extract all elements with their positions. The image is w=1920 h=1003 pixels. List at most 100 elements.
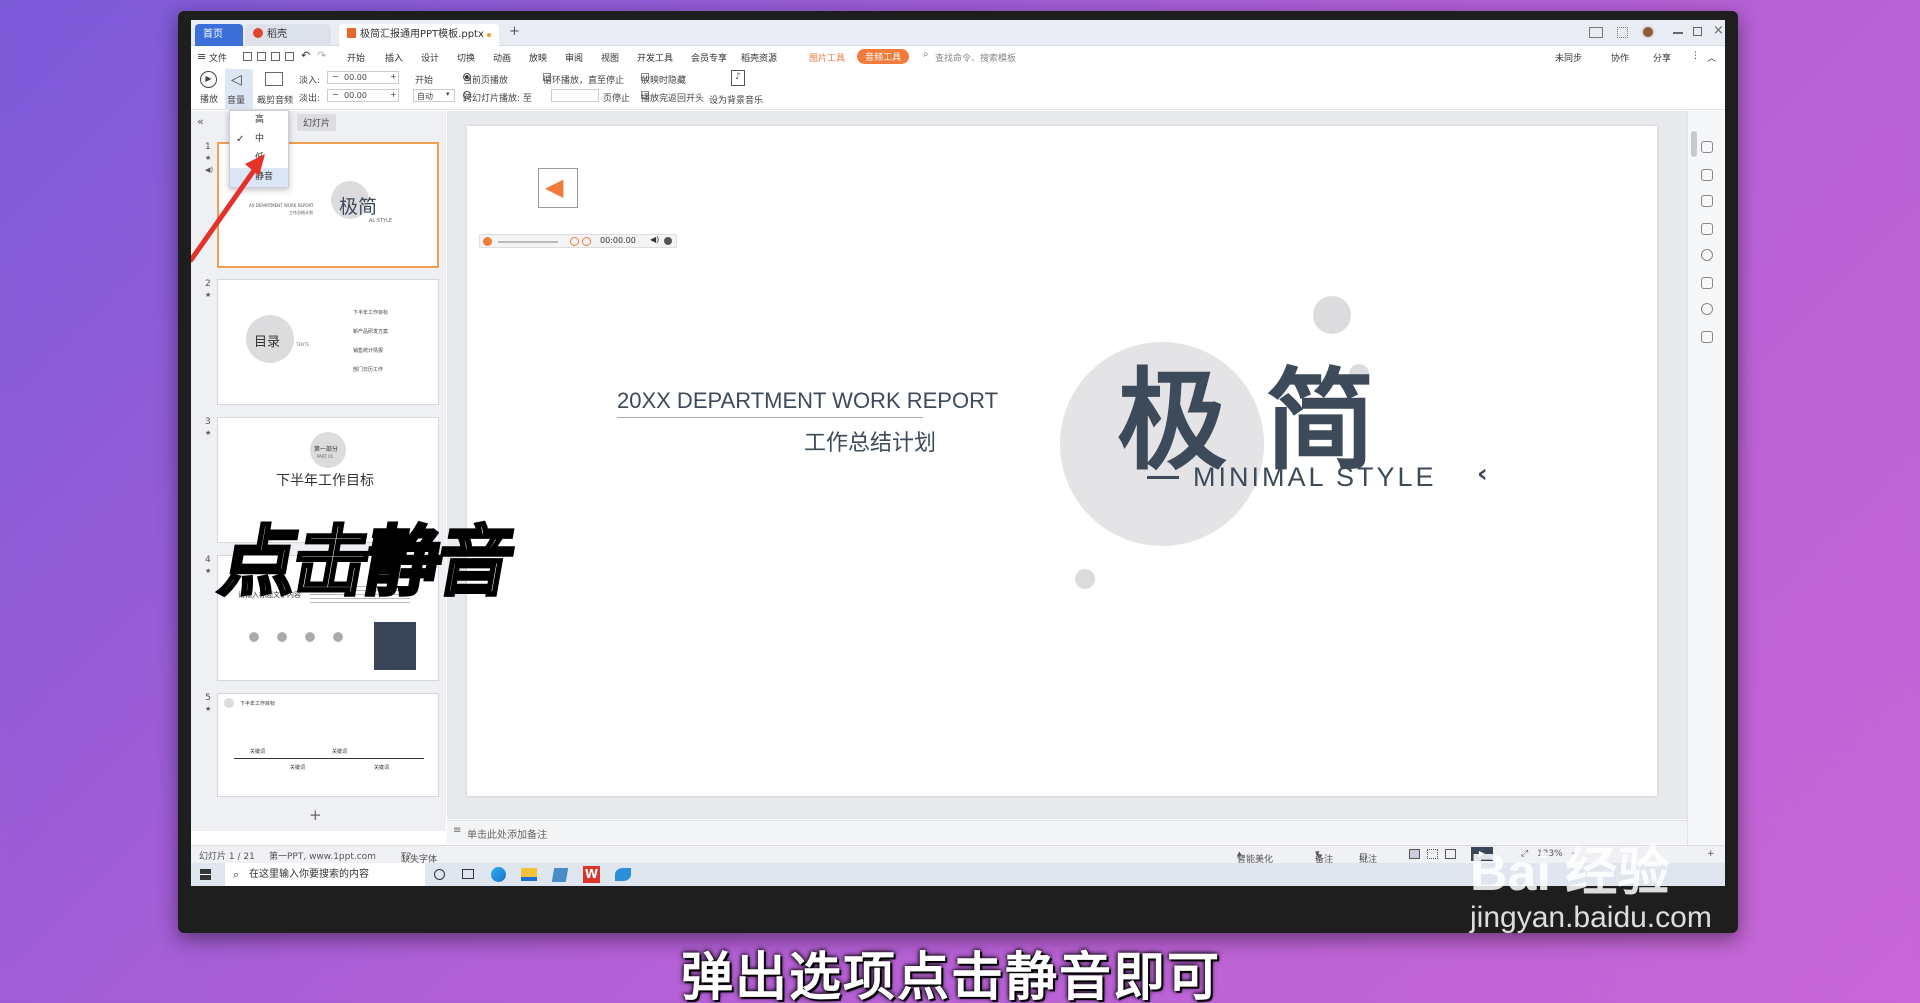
search-icon: ⌕ [923, 49, 929, 60]
menu-item-insert[interactable]: 插入 [385, 51, 403, 64]
player-play-icon[interactable] [483, 237, 492, 246]
thumb-side: TENTS [296, 342, 309, 347]
star-icon: ★ [205, 291, 212, 299]
player-info-icon[interactable] [664, 237, 672, 245]
collab-button[interactable]: 协作 [1611, 51, 1629, 64]
menu-item-design[interactable]: 设计 [421, 51, 439, 64]
audio-player-bar[interactable]: 00:00.00 ◀) [479, 234, 677, 248]
page-stop-label: 页停止 [603, 94, 631, 104]
minimize-icon[interactable] [1673, 32, 1683, 34]
taskbar-search[interactable]: ⌕ 在这里输入你要搜索的内容 [225, 863, 425, 886]
cross-slides-input[interactable] [551, 89, 599, 102]
image-icon[interactable] [1701, 277, 1713, 289]
cortana-icon[interactable] [434, 869, 445, 880]
deco-circle-small [1313, 296, 1351, 334]
style-icon[interactable] [1701, 141, 1713, 153]
menu-item-member[interactable]: 会员专享 [691, 51, 727, 64]
copy-icon[interactable] [1701, 223, 1713, 235]
adjust-icon[interactable] [1701, 169, 1713, 181]
tab-document[interactable]: 极简汇报通用PPT模板.pptx [339, 24, 499, 46]
menu-item-docer-res[interactable]: 稻壳资源 [741, 51, 777, 64]
caption-subtitle: 弹出选项点击静音即可 [681, 948, 1222, 1003]
command-search[interactable]: 查找命令、搜索模板 [935, 51, 1016, 64]
theme-name: 第一PPT, www.1ppt.com [269, 852, 376, 862]
player-track[interactable] [498, 241, 558, 243]
fade-in-input[interactable]: −00.00 + [327, 71, 399, 84]
restore-icon[interactable] [1693, 27, 1702, 36]
speaker-icon[interactable]: ◀ [545, 175, 563, 199]
scrollbar-thumb[interactable] [1691, 131, 1697, 157]
pin-icon[interactable] [1701, 195, 1713, 207]
slide-count: 幻灯片 1 / 21 [199, 852, 255, 862]
task-view-icon[interactable] [462, 869, 474, 879]
add-slide-button[interactable]: + [309, 806, 322, 824]
feishu-icon[interactable] [615, 868, 631, 881]
player-time: 00:00.00 [600, 236, 636, 245]
help-icon[interactable] [1701, 249, 1713, 261]
notes-placeholder[interactable]: 单击此处添加备注 [467, 826, 547, 841]
taskbar-search-text: 在这里输入你要搜索的内容 [249, 869, 369, 880]
windows-start-icon[interactable] [200, 869, 211, 880]
avatar[interactable] [1641, 25, 1655, 39]
book-icon[interactable] [1701, 331, 1713, 343]
menu-bar: ≡ 文件 ↶ ↷ 开始 插入 设计 切换 动画 放映 审阅 视图 开发工具 会员… [191, 46, 1725, 68]
share-button[interactable]: 分享 [1653, 51, 1671, 64]
milestone-label: 关键词 [250, 749, 266, 755]
baidu-watermark: Bai 经验 jingyan.baidu.com [1470, 830, 1712, 935]
set-bg-music-label[interactable]: 设为背景音乐 [709, 93, 763, 106]
thumb-slide-5[interactable]: 下半年工作目标 关键词 关键词 关键词 关键词 [217, 693, 439, 797]
style-text: MINIMAL STYLE [1193, 462, 1437, 492]
apps-icon[interactable] [1617, 27, 1628, 38]
explorer-icon[interactable] [521, 868, 537, 881]
thumb-slide-2[interactable]: 目录 TENTS 下半年工作目标 新产品研发方案 销售统计情报 部门日历工作 [217, 279, 439, 405]
app-icon[interactable] [551, 868, 569, 882]
tab-document-label: 极简汇报通用PPT模板.pptx [360, 29, 484, 40]
more-icon[interactable]: ⋮ [1691, 51, 1700, 61]
menu-picture-tools[interactable]: 图片工具 [809, 51, 845, 64]
menu-item-start[interactable]: 开始 [347, 51, 365, 64]
report-divider [617, 417, 923, 418]
menu-item-transition[interactable]: 切换 [457, 51, 475, 64]
thumb-title: 下半年工作目标 [276, 473, 374, 489]
grid-view-icon[interactable] [1427, 849, 1438, 859]
thumb-number: 4 [205, 555, 211, 565]
normal-view-icon[interactable] [1409, 849, 1420, 859]
menu-item-review[interactable]: 审阅 [565, 51, 583, 64]
collapse-icon[interactable]: ︿ [1707, 51, 1716, 64]
menu-item-slideshow[interactable]: 放映 [529, 51, 547, 64]
report-title-en: 20XX DEPARTMENT WORK REPORT [617, 388, 999, 413]
watermark-url: jingyan.baidu.com [1470, 901, 1712, 934]
redo-icon[interactable]: ↷ [317, 49, 326, 62]
wps-icon[interactable]: W [583, 866, 600, 883]
remarks-button[interactable]: ≡ 备注 ▾ [1315, 849, 1333, 865]
sync-status[interactable]: 未同步 [1555, 51, 1582, 64]
fade-out-input[interactable]: −00.00 + [327, 89, 399, 102]
unsaved-dot [487, 33, 491, 37]
star-icon: ★ [205, 429, 212, 437]
star-icon: ★ [205, 705, 212, 713]
milestone-label: 关键词 [374, 765, 390, 771]
layout-icon[interactable] [1589, 27, 1603, 38]
thumb-number: 5 [205, 693, 211, 703]
edge-icon[interactable] [491, 867, 506, 882]
new-tab-button[interactable]: + [509, 24, 520, 39]
milestone-label: 关键词 [332, 749, 348, 755]
current-slide[interactable]: ◀ 00:00.00 ◀) 20XX DEPARTMENT WORK REPOR… [467, 126, 1657, 796]
close-icon[interactable]: × [1713, 23, 1724, 38]
start-select[interactable]: 自动 ▾ [413, 89, 455, 102]
menu-item-devtools[interactable]: 开发工具 [637, 51, 673, 64]
location-icon[interactable] [1701, 303, 1713, 315]
thumb-timeline [234, 758, 424, 759]
player-forward-icon[interactable] [582, 237, 591, 246]
toc-item: 部门日历工作 [353, 367, 384, 373]
menu-audio-tools[interactable]: 音频工具 [857, 49, 910, 64]
screen: 首页 稻壳 极简汇报通用PPT模板.pptx + × ≡ 文件 ↶ ↷ 开始 插… [191, 20, 1725, 886]
player-back-icon[interactable] [570, 237, 579, 246]
music-note-icon[interactable]: ♪ [731, 70, 745, 86]
toc-item: 下半年工作目标 [353, 310, 389, 316]
reading-view-icon[interactable] [1445, 849, 1456, 859]
smart-beautify[interactable]: ◇ 智能美化 ▴ [1237, 849, 1273, 865]
menu-item-view[interactable]: 视图 [601, 51, 619, 64]
player-volume-icon[interactable]: ◀) [650, 235, 659, 244]
menu-item-animation[interactable]: 动画 [493, 51, 511, 64]
